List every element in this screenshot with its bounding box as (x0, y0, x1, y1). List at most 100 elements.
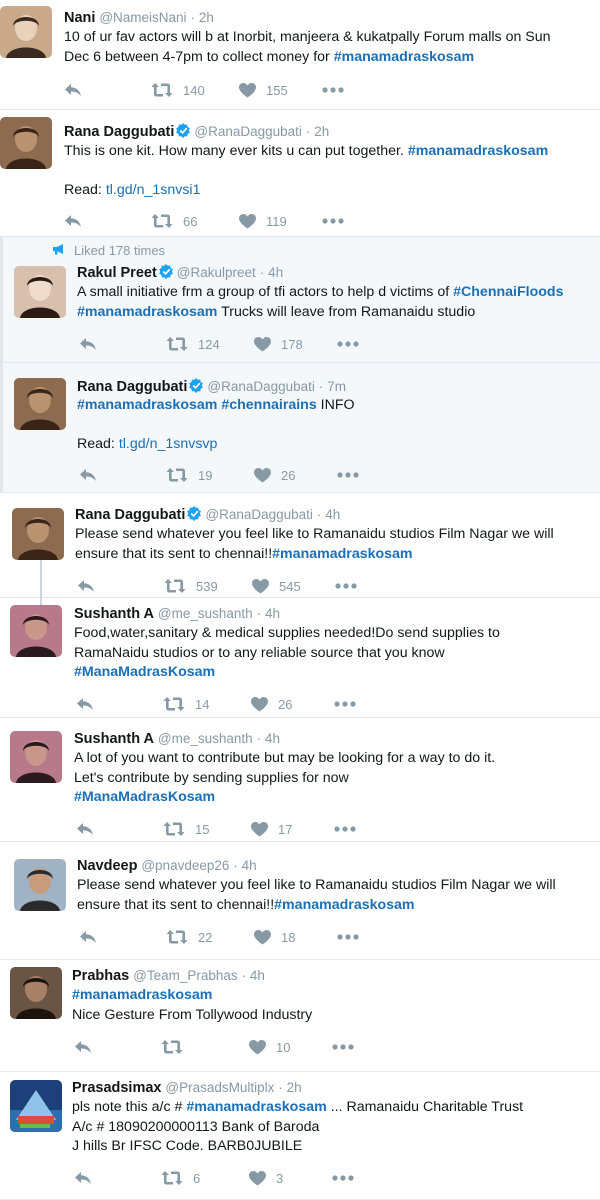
display-name[interactable]: Rana Daggubati (75, 507, 185, 523)
like-button[interactable]: 155 (239, 80, 288, 100)
like-button[interactable]: 18 (254, 927, 295, 947)
reply-button[interactable] (79, 927, 97, 947)
retweet-button[interactable]: 14 (163, 694, 209, 714)
avatar[interactable] (10, 1080, 62, 1132)
reply-button[interactable] (64, 211, 82, 231)
retweet-button[interactable]: 66 (151, 211, 197, 231)
avatar[interactable] (10, 605, 62, 657)
more-button[interactable] (334, 819, 356, 839)
reply-button[interactable] (76, 694, 94, 714)
hashtag-link[interactable]: #manamadraskosam (274, 897, 414, 913)
avatar[interactable] (14, 378, 66, 430)
user-handle[interactable]: @Rakulpreet (177, 265, 256, 280)
display-name[interactable]: Nani (64, 10, 95, 26)
tweet-card[interactable]: Liked 178 times Rakul Preet @Rakulpreet · … (0, 237, 600, 363)
timestamp[interactable]: 4h (250, 968, 265, 983)
hashtag-link[interactable]: #ChennaiFloods (453, 284, 563, 300)
more-button[interactable] (322, 80, 344, 100)
hashtag-link[interactable]: #manamadraskosam (186, 1099, 326, 1115)
user-handle[interactable]: @RanaDaggubati (194, 124, 302, 139)
timestamp[interactable]: 2h (287, 1080, 302, 1095)
retweet-button[interactable]: 140 (151, 80, 205, 100)
hashtag-link[interactable]: #manamadraskosam (72, 987, 212, 1003)
hashtag-link[interactable]: #manamadraskosam (77, 304, 217, 320)
more-button[interactable] (332, 1168, 354, 1188)
reply-button[interactable] (74, 1168, 92, 1188)
timestamp[interactable]: 7m (327, 379, 346, 394)
retweet-button[interactable]: 22 (166, 927, 212, 947)
display-name[interactable]: Navdeep (77, 858, 137, 874)
user-handle[interactable]: @Team_Prabhas (133, 968, 238, 983)
like-button[interactable]: 119 (239, 211, 287, 231)
more-button[interactable] (332, 1037, 354, 1057)
like-button[interactable]: 3 (249, 1168, 283, 1188)
display-name[interactable]: Sushanth A (74, 606, 154, 622)
retweet-button[interactable]: 124 (166, 334, 220, 354)
like-button[interactable]: 26 (251, 694, 292, 714)
tweet-card[interactable]: Sushanth A @me_sushanth · 4h A lot of you… (0, 718, 600, 842)
avatar[interactable] (0, 6, 52, 58)
display-name[interactable]: Prabhas (72, 968, 129, 984)
timestamp[interactable]: 2h (199, 10, 214, 25)
like-button[interactable]: 17 (251, 819, 292, 839)
retweet-button[interactable]: 539 (164, 576, 218, 596)
tweet-card[interactable]: Sushanth A @me_sushanth · 4h Food,water,s… (0, 598, 600, 718)
user-handle[interactable]: @NameisNani (99, 10, 186, 25)
avatar[interactable] (0, 117, 52, 169)
timestamp[interactable]: 2h (314, 124, 329, 139)
like-button[interactable]: 545 (252, 576, 301, 596)
reply-button[interactable] (76, 819, 94, 839)
user-handle[interactable]: @RanaDaggubati (207, 379, 315, 394)
user-handle[interactable]: @RanaDaggubati (205, 507, 313, 522)
url-link[interactable]: tl.gd/n_1snvsi1 (106, 182, 201, 198)
tweet-card[interactable]: Navdeep @pnavdeep26 · 4h Please send what… (0, 842, 600, 960)
more-button[interactable] (322, 211, 344, 231)
more-button[interactable] (337, 465, 359, 485)
avatar[interactable] (10, 731, 62, 783)
timestamp[interactable]: 4h (265, 731, 280, 746)
hashtag-link[interactable]: #manamadraskosam (334, 49, 474, 65)
display-name[interactable]: Rakul Preet (77, 265, 157, 281)
retweet-button[interactable]: 19 (166, 465, 212, 485)
timestamp[interactable]: 4h (325, 507, 340, 522)
like-button[interactable]: 26 (254, 465, 295, 485)
avatar[interactable] (12, 508, 64, 560)
timestamp[interactable]: 4h (268, 265, 283, 280)
hashtag-link[interactable]: #manamadraskosam (272, 546, 412, 562)
like-button[interactable]: 10 (249, 1037, 290, 1057)
retweet-button[interactable]: 15 (163, 819, 209, 839)
tweet-card[interactable]: Rana Daggubati @RanaDaggubati · 7m #manama… (0, 363, 600, 493)
display-name[interactable]: Rana Daggubati (77, 379, 187, 395)
retweet-button[interactable]: 6 (161, 1168, 200, 1188)
reply-button[interactable] (74, 1037, 92, 1057)
user-handle[interactable]: @me_sushanth (158, 731, 253, 746)
hashtag-link[interactable]: #ManaMadrasKosam (74, 664, 215, 680)
more-button[interactable] (335, 576, 357, 596)
like-button[interactable]: 178 (254, 334, 303, 354)
more-button[interactable] (337, 334, 359, 354)
user-handle[interactable]: @me_sushanth (158, 606, 253, 621)
display-name[interactable]: Rana Daggubati (64, 124, 174, 140)
avatar[interactable] (10, 967, 62, 1019)
display-name[interactable]: Sushanth A (74, 731, 154, 747)
timestamp[interactable]: 4h (242, 858, 257, 873)
reply-button[interactable] (79, 334, 97, 354)
timestamp[interactable]: 4h (265, 606, 280, 621)
reply-button[interactable] (79, 465, 97, 485)
display-name[interactable]: Prasadsimax (72, 1080, 161, 1096)
user-handle[interactable]: @PrasadsMultiplx (165, 1080, 274, 1095)
hashtag-link[interactable]: #ManaMadrasKosam (74, 789, 215, 805)
hashtag-link[interactable]: #manamadraskosam #chennairains (77, 397, 317, 413)
tweet-card[interactable]: Prasadsimax @PrasadsMultiplx · 2h pls not… (0, 1072, 600, 1200)
tweet-card[interactable]: Rana Daggubati @RanaDaggubati · 4h Please … (0, 493, 600, 598)
avatar[interactable] (14, 266, 66, 318)
url-link[interactable]: tl.gd/n_1snvsvp (119, 436, 218, 452)
hashtag-link[interactable]: #manamadraskosam (408, 143, 548, 159)
tweet-card[interactable]: Rana Daggubati @RanaDaggubati · 2h This is… (0, 110, 600, 237)
tweet-card[interactable]: Prabhas @Team_Prabhas · 4h #manamadraskos… (0, 960, 600, 1072)
more-button[interactable] (334, 694, 356, 714)
tweet-card[interactable]: Nani @NameisNani · 2h 10 of ur fav actors… (0, 0, 600, 110)
avatar[interactable] (14, 859, 66, 911)
reply-button[interactable] (64, 80, 82, 100)
retweet-button[interactable] (161, 1037, 193, 1057)
